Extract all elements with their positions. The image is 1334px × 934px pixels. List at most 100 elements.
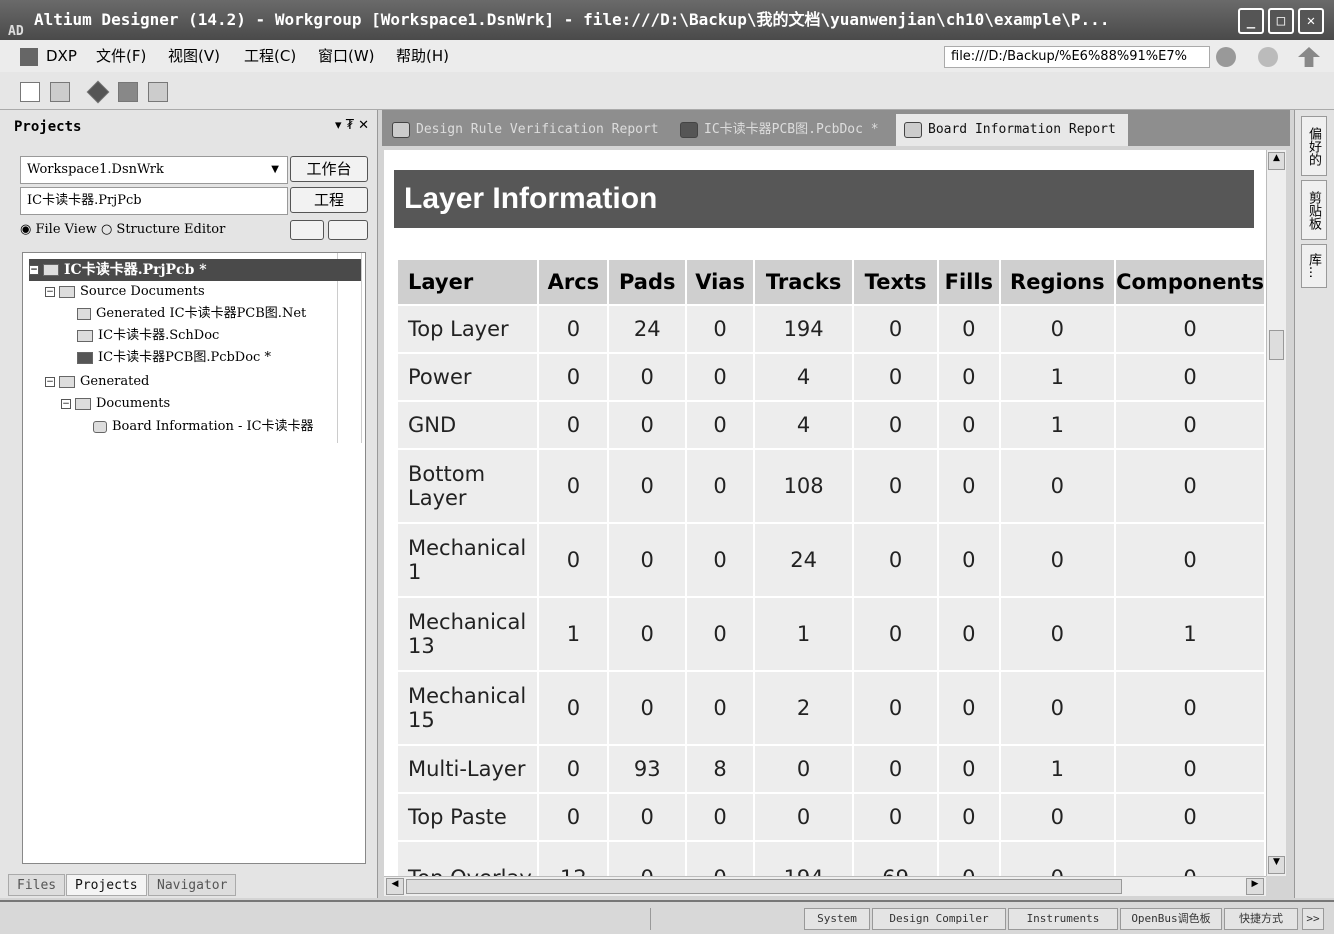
layer-name-cell: Top Paste bbox=[398, 794, 538, 840]
options-dropdown-icon[interactable] bbox=[328, 220, 368, 240]
tree-item-netlist[interactable]: Generated IC卡读卡器PCB图.Net bbox=[77, 303, 337, 325]
tab-label: Design Rule Verification Report bbox=[416, 122, 659, 137]
layers-icon[interactable] bbox=[86, 80, 110, 104]
table-row: Mechanical 15 0 0 0 2 0 0 0 0 bbox=[398, 672, 1264, 744]
tab-favorites[interactable]: 偏好的 bbox=[1301, 116, 1327, 176]
workspace-button[interactable]: 工作台 bbox=[290, 156, 368, 182]
window-icon[interactable] bbox=[148, 82, 168, 102]
menu-file[interactable]: 文件(F) bbox=[96, 40, 146, 72]
tab-clipboard[interactable]: 剪贴板 bbox=[1301, 180, 1327, 240]
forward-icon[interactable] bbox=[1258, 47, 1278, 67]
menu-view[interactable]: 视图(V) bbox=[168, 40, 220, 72]
project-field[interactable]: IC卡读卡器.PrjPcb bbox=[20, 187, 288, 215]
value-cell: 0 bbox=[1116, 402, 1264, 448]
scroll-right-icon[interactable]: ▶ bbox=[1246, 878, 1264, 895]
value-cell: 0 bbox=[687, 306, 754, 352]
value-cell: 0 bbox=[854, 598, 938, 670]
menu-dxp[interactable]: DXP bbox=[46, 40, 77, 72]
value-cell: 0 bbox=[539, 354, 608, 400]
tab-files[interactable]: Files bbox=[8, 874, 66, 896]
close-button[interactable]: ✕ bbox=[1298, 8, 1324, 34]
workspace-select[interactable]: Workspace1.DsnWrk ▼ bbox=[20, 156, 288, 184]
status-more[interactable]: >> bbox=[1302, 908, 1324, 930]
tree-item-pcbdoc[interactable]: IC卡读卡器PCB图.PcbDoc * bbox=[77, 347, 337, 369]
altium-logo-icon: AD bbox=[8, 24, 24, 39]
minimize-button[interactable]: _ bbox=[1238, 8, 1264, 34]
report-icon bbox=[392, 122, 410, 138]
open-folder-icon[interactable] bbox=[50, 82, 70, 102]
scroll-thumb[interactable] bbox=[1269, 330, 1284, 360]
title-bar: AD Altium Designer (14.2) - Workgroup [W… bbox=[0, 0, 1334, 40]
value-cell: 0 bbox=[939, 794, 999, 840]
tree-item-generated[interactable]: − Generated bbox=[45, 371, 359, 393]
address-input[interactable]: file:///D:/Backup/%E6%88%91%E7% bbox=[944, 46, 1210, 68]
file-view-radio[interactable]: ◉ bbox=[20, 222, 35, 237]
tree-item-schdoc[interactable]: IC卡读卡器.SchDoc bbox=[77, 325, 337, 347]
column-header-layer: Layer bbox=[398, 260, 538, 304]
panel-title: Projects bbox=[14, 119, 82, 135]
value-cell: 93 bbox=[609, 746, 685, 792]
tab-board-information-report[interactable]: Board Information Report bbox=[896, 114, 1128, 146]
menu-help[interactable]: 帮助(H) bbox=[396, 40, 449, 72]
tab-navigator[interactable]: Navigator bbox=[148, 874, 237, 896]
tree-item-documents[interactable]: − Documents bbox=[61, 393, 337, 415]
value-cell: 0 bbox=[1116, 306, 1264, 352]
scroll-left-icon[interactable]: ◀ bbox=[386, 878, 404, 895]
column-header-fills: Fills bbox=[939, 260, 999, 304]
new-file-icon[interactable] bbox=[20, 82, 40, 102]
structure-editor-radio[interactable]: ○ bbox=[101, 222, 116, 237]
value-cell: 0 bbox=[854, 746, 938, 792]
value-cell: 0 bbox=[939, 672, 999, 744]
file-view-label[interactable]: File View bbox=[35, 222, 96, 237]
tree-item-board-information[interactable]: Board Information - IC卡读卡器 bbox=[93, 416, 337, 438]
value-cell: 0 bbox=[539, 524, 608, 596]
layer-name-cell: Mechanical 13 bbox=[398, 598, 538, 670]
value-cell: 0 bbox=[1000, 598, 1115, 670]
status-system[interactable]: System bbox=[804, 908, 870, 930]
vertical-scrollbar[interactable]: ▲ ▼ bbox=[1266, 150, 1286, 876]
table-row: Multi-Layer 0 93 8 0 0 0 1 0 bbox=[398, 746, 1264, 792]
scroll-down-icon[interactable]: ▼ bbox=[1268, 856, 1285, 874]
value-cell: 0 bbox=[939, 746, 999, 792]
value-cell: 0 bbox=[1116, 524, 1264, 596]
table-row: GND 0 0 0 4 0 0 1 0 bbox=[398, 402, 1264, 448]
layer-name-cell: Multi-Layer bbox=[398, 746, 538, 792]
menu-project[interactable]: 工程(C) bbox=[244, 40, 296, 72]
status-shortcuts[interactable]: 快捷方式 bbox=[1224, 908, 1298, 930]
structure-editor-label[interactable]: Structure Editor bbox=[116, 222, 225, 237]
back-icon[interactable] bbox=[1216, 47, 1236, 67]
value-cell: 0 bbox=[1000, 794, 1115, 840]
value-cell: 0 bbox=[609, 354, 685, 400]
table-row: Top Paste 0 0 0 0 0 0 0 0 bbox=[398, 794, 1264, 840]
tab-pcbdoc[interactable]: IC卡读卡器PCB图.PcbDoc * bbox=[672, 114, 879, 146]
scroll-thumb-horizontal[interactable] bbox=[406, 879, 1122, 894]
horizontal-scrollbar[interactable]: ◀ ▶ bbox=[384, 876, 1266, 896]
status-instruments[interactable]: Instruments bbox=[1008, 908, 1118, 930]
value-cell: 12 bbox=[539, 842, 608, 876]
value-cell: 0 bbox=[687, 524, 754, 596]
status-openbus-palette[interactable]: OpenBus调色板 bbox=[1120, 908, 1222, 930]
layer-name-cell: Mechanical 15 bbox=[398, 672, 538, 744]
pcb-icon[interactable] bbox=[118, 82, 138, 102]
tree-item-project[interactable]: − IC卡读卡器.PrjPcb * bbox=[29, 259, 361, 281]
panel-controls[interactable]: ▾ ₮ ✕ bbox=[335, 118, 369, 133]
menu-window[interactable]: 窗口(W) bbox=[318, 40, 375, 72]
report-heading: Layer Information bbox=[394, 170, 1254, 228]
value-cell: 0 bbox=[854, 794, 938, 840]
value-cell: 0 bbox=[687, 842, 754, 876]
tree-item-label: Source Documents bbox=[80, 284, 205, 299]
tab-projects[interactable]: Projects bbox=[66, 874, 147, 896]
value-cell: 0 bbox=[854, 672, 938, 744]
layer-table: Layer Arcs Pads Vias Tracks Texts Fills Regions… bbox=[396, 258, 1266, 876]
tree-item-label: Board Information - IC卡读卡器 bbox=[112, 419, 314, 434]
tab-libraries[interactable]: 库... bbox=[1301, 244, 1327, 288]
tree-item-source-documents[interactable]: − Source Documents bbox=[45, 281, 359, 303]
compile-icon[interactable] bbox=[290, 220, 324, 240]
maximize-button[interactable]: □ bbox=[1268, 8, 1294, 34]
scroll-up-icon[interactable]: ▲ bbox=[1268, 152, 1285, 170]
value-cell: 4 bbox=[755, 402, 853, 448]
status-design-compiler[interactable]: Design Compiler bbox=[872, 908, 1006, 930]
value-cell: 0 bbox=[539, 306, 608, 352]
project-button[interactable]: 工程 bbox=[290, 187, 368, 213]
tab-design-rule-verification-report[interactable]: Design Rule Verification Report bbox=[384, 114, 659, 146]
